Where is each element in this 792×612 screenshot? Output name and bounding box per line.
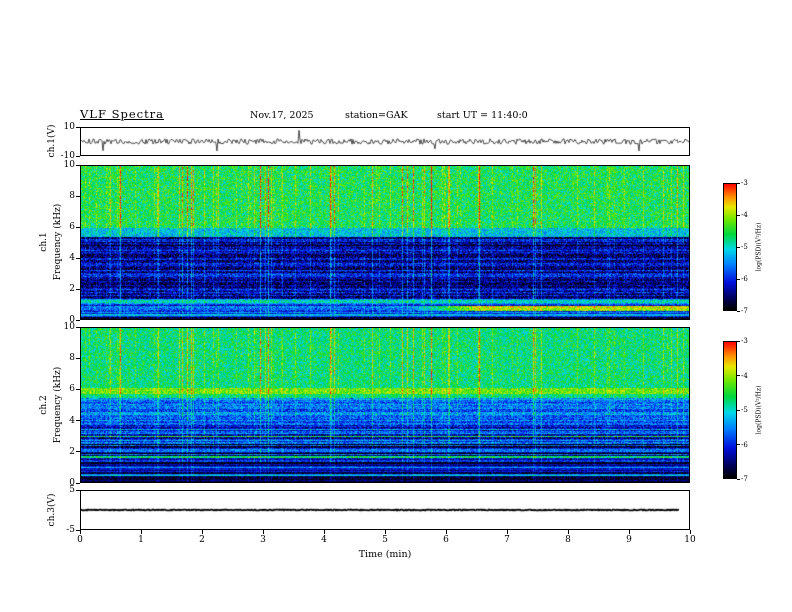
x-axis-tick bbox=[262, 530, 264, 534]
ch1-spectrogram-ytick-label: 8 bbox=[69, 191, 75, 201]
ch3-waveform-ytick-label: -5 bbox=[66, 525, 75, 535]
x-axis-tick-label: 7 bbox=[504, 535, 510, 545]
x-axis-tick-label: 8 bbox=[565, 535, 571, 545]
x-axis-label: Time (min) bbox=[358, 549, 412, 560]
ch2-spectrogram-panel bbox=[80, 327, 690, 483]
colorbar-tick bbox=[737, 310, 740, 312]
ch3-waveform-ylabel: ch.3(V) bbox=[47, 493, 57, 527]
ch2-spectrogram-ytick-label: 6 bbox=[69, 384, 75, 395]
plot-station: station=GAK bbox=[345, 110, 408, 121]
x-axis-tick-label: 0 bbox=[77, 535, 83, 545]
ch2-spectrogram-ytick bbox=[76, 420, 80, 422]
colorbar-ch1-label: log(PSD)(V²/Hz) bbox=[755, 222, 763, 272]
plot-start-ut: start UT = 11:40:0 bbox=[437, 110, 528, 121]
colorbar-ch2 bbox=[723, 341, 737, 479]
x-axis-tick bbox=[445, 530, 447, 534]
x-axis-tick bbox=[140, 530, 142, 534]
ch2-spectrogram-ytick-label: 2 bbox=[69, 446, 75, 457]
x-axis-tick-label: 4 bbox=[321, 535, 327, 545]
ch1-waveform-panel bbox=[80, 127, 690, 156]
x-axis-tick-label: 3 bbox=[260, 535, 266, 545]
x-axis-tick bbox=[567, 530, 569, 534]
colorbar-tick bbox=[737, 444, 740, 445]
colorbar-tick bbox=[737, 246, 740, 248]
ch2-spectrogram-canvas bbox=[81, 328, 689, 482]
ch1-frequency-ylabel: Frequency (kHz) bbox=[53, 203, 63, 281]
colorbar-tick bbox=[737, 478, 740, 480]
colorbar-tick bbox=[737, 375, 740, 376]
x-axis-tick bbox=[384, 530, 386, 534]
ch1-spectrogram-ytick-label: 2 bbox=[69, 284, 75, 294]
ch1-spectrogram-ytick bbox=[76, 288, 80, 290]
colorbar-tick-label: -4 bbox=[741, 371, 748, 380]
ch3-waveform-ytick-label: 5 bbox=[69, 485, 75, 495]
ch2-spectrogram-ytick bbox=[76, 357, 80, 359]
ch2-spectrogram-ytick bbox=[76, 388, 80, 390]
colorbar-tick bbox=[737, 182, 740, 184]
ch2-frequency-ylabel: Frequency (kHz) bbox=[53, 366, 63, 444]
ch1-waveform-ytick bbox=[76, 155, 80, 157]
colorbar-tick bbox=[737, 409, 740, 411]
ch1-spectrogram-ytick bbox=[76, 164, 80, 166]
x-axis-tick-label: 9 bbox=[626, 535, 632, 545]
plot-title: VLF Spectra bbox=[80, 107, 165, 121]
vlf-spectra-figure: VLF Spectra Nov.17, 2025 station=GAK sta… bbox=[0, 0, 792, 612]
colorbar-tick bbox=[737, 278, 740, 280]
x-axis-tick bbox=[506, 530, 508, 534]
ch1-spectrogram-panel bbox=[80, 165, 690, 320]
colorbar-tick-label: -4 bbox=[741, 211, 748, 219]
colorbar-tick-label: -3 bbox=[741, 179, 748, 187]
ch2-spectrogram-ytick-label: 8 bbox=[69, 353, 75, 364]
ch3-waveform-ytick bbox=[76, 489, 80, 491]
ch1-spectrogram-ytick bbox=[76, 319, 80, 321]
ch1-spectrogram-ytick bbox=[76, 226, 80, 228]
colorbar-tick-label: -5 bbox=[741, 243, 748, 251]
ch1-spectrogram-ytick-label: 6 bbox=[69, 222, 75, 232]
colorbar-tick-label: -6 bbox=[741, 275, 748, 283]
ch1-spectrogram-ytick bbox=[76, 195, 80, 197]
x-axis-tick-label: 2 bbox=[199, 535, 205, 545]
x-axis-tick bbox=[628, 530, 630, 534]
colorbar-tick-label: -6 bbox=[741, 440, 748, 449]
ch2-spectrogram-ytick bbox=[76, 482, 80, 484]
colorbar-tick-label: -3 bbox=[741, 337, 748, 345]
x-axis-tick bbox=[689, 530, 691, 534]
ch2-spectrogram-ytick bbox=[76, 326, 80, 328]
ch1-waveform-canvas bbox=[81, 128, 689, 155]
ch3-waveform-panel bbox=[80, 490, 690, 530]
x-axis-tick-label: 1 bbox=[138, 535, 144, 545]
x-axis-tick-label: 5 bbox=[382, 535, 388, 545]
ch3-waveform-canvas bbox=[81, 491, 689, 529]
colorbar-ch1 bbox=[723, 183, 737, 311]
x-axis-tick bbox=[323, 530, 325, 534]
ch2-spectrogram-channel-label: ch.2 bbox=[39, 395, 49, 415]
x-axis-tick bbox=[201, 530, 203, 534]
colorbar-tick bbox=[737, 340, 740, 342]
colorbar-ch2-label: log(PSD)(V²/Hz) bbox=[755, 385, 763, 435]
ch1-spectrogram-channel-label: ch.1 bbox=[39, 232, 49, 252]
ch1-spectrogram-canvas bbox=[81, 166, 689, 319]
ch1-spectrogram-ytick-label: 10 bbox=[63, 160, 75, 170]
ch1-spectrogram-ytick bbox=[76, 257, 80, 259]
ch2-spectrogram-ytick bbox=[76, 451, 80, 453]
colorbar-tick bbox=[737, 214, 740, 216]
colorbar-tick-label: -5 bbox=[741, 406, 748, 414]
colorbar-tick-label: -7 bbox=[741, 307, 748, 315]
x-axis-tick bbox=[79, 530, 81, 534]
ch1-waveform-ytick bbox=[76, 126, 80, 128]
x-axis-tick-label: 6 bbox=[443, 535, 449, 545]
x-axis-tick-label: 10 bbox=[684, 535, 696, 545]
ch2-spectrogram-ytick-label: 4 bbox=[69, 415, 75, 426]
plot-date: Nov.17, 2025 bbox=[250, 110, 314, 121]
colorbar-tick-label: -7 bbox=[741, 475, 748, 483]
ch1-spectrogram-ytick-label: 4 bbox=[69, 253, 75, 263]
ch2-spectrogram-ytick-label: 10 bbox=[63, 322, 75, 332]
ch1-waveform-ytick-label: 10 bbox=[63, 122, 75, 132]
